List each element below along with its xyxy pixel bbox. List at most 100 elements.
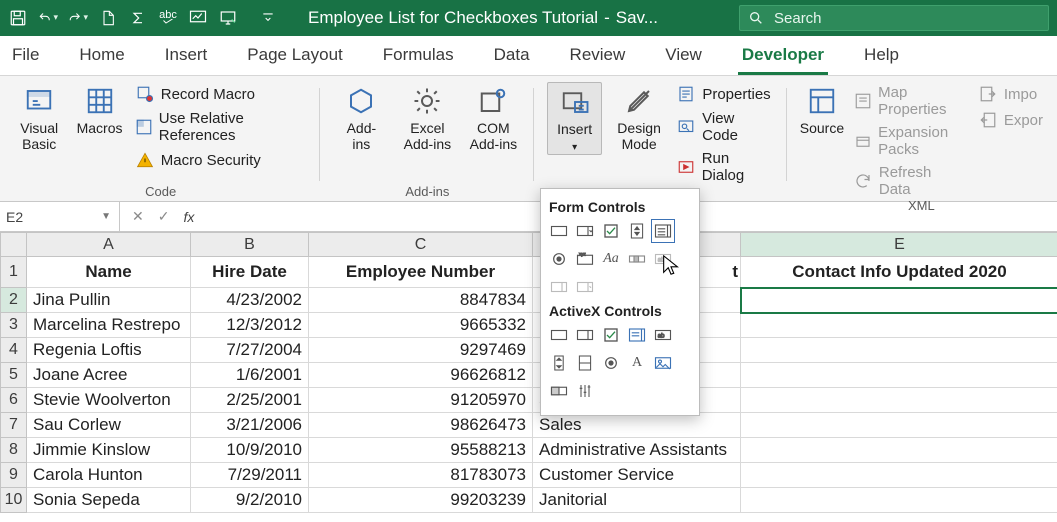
spinner-control-icon[interactable] — [627, 221, 647, 241]
combobox-control-icon[interactable] — [575, 221, 595, 241]
cell[interactable]: 2/25/2001 — [191, 388, 309, 413]
cell[interactable]: 98626473 — [309, 413, 533, 438]
worksheet-grid[interactable]: A B C E 1 Name Hire Date Employee Number… — [0, 232, 1057, 513]
autosum-icon[interactable] — [128, 8, 148, 28]
macros-button[interactable]: Macros — [74, 82, 124, 136]
cell[interactable]: 4/23/2002 — [191, 288, 309, 313]
design-mode-button[interactable]: Design Mode — [612, 82, 666, 152]
cell[interactable]: Marcelina Restrepo — [27, 313, 191, 338]
table-row[interactable]: 5 Joane Acree 1/6/2001 96626812 Manageme… — [1, 363, 1057, 388]
header-cell[interactable]: Hire Date — [191, 257, 309, 288]
col-header-e[interactable]: E — [741, 233, 1057, 257]
cell[interactable]: 95588213 — [309, 438, 533, 463]
visual-basic-button[interactable]: Visual Basic — [14, 82, 64, 152]
cell[interactable]: 1/6/2001 — [191, 363, 309, 388]
ax-checkbox-icon[interactable] — [601, 325, 621, 345]
insert-controls-dropdown[interactable]: Form Controls xyz Aa ab ActiveX Controls… — [540, 188, 700, 416]
tab-page-layout[interactable]: Page Layout — [243, 37, 346, 75]
cell[interactable]: Jimmie Kinslow — [27, 438, 191, 463]
cell[interactable]: Customer Service — [533, 463, 741, 488]
insert-button[interactable]: Insert▾ — [547, 82, 602, 155]
cell[interactable] — [741, 338, 1057, 363]
label-control-icon[interactable]: Aa — [601, 249, 621, 269]
ax-listbox-icon[interactable] — [627, 325, 647, 345]
undo-icon[interactable] — [38, 8, 58, 28]
chart-icon[interactable] — [188, 8, 208, 28]
col-header-c[interactable]: C — [309, 233, 533, 257]
table-row[interactable]: 7 Sau Corlew 3/21/2006 98626473 Sales — [1, 413, 1057, 438]
ax-toggle-icon[interactable] — [549, 381, 569, 401]
table-row[interactable]: 2 Jina Pullin 4/23/2002 8847834 — [1, 288, 1057, 313]
cell[interactable] — [741, 388, 1057, 413]
tab-formulas[interactable]: Formulas — [379, 37, 458, 75]
table-row[interactable]: 10 Sonia Sepeda 9/2/2010 99203239 Janito… — [1, 488, 1057, 513]
listbox-control-icon[interactable] — [653, 221, 673, 241]
use-relative-button[interactable]: Use Relative References — [135, 110, 308, 144]
chevron-down-icon[interactable]: ▼ — [101, 211, 111, 222]
row-header[interactable]: 4 — [1, 338, 27, 363]
record-macro-button[interactable]: Record Macro — [135, 84, 308, 104]
row-header[interactable]: 6 — [1, 388, 27, 413]
option-button-control-icon[interactable] — [549, 249, 569, 269]
groupbox-control-icon[interactable]: xyz — [575, 249, 595, 269]
column-headers[interactable]: A B C E — [1, 233, 1057, 257]
ax-option-icon[interactable] — [601, 353, 621, 373]
cell[interactable] — [741, 413, 1057, 438]
new-file-icon[interactable] — [98, 8, 118, 28]
excel-addins-button[interactable]: Excel Add-ins — [399, 82, 455, 152]
cell[interactable]: Administrative Assistants — [533, 438, 741, 463]
header-cell[interactable]: Contact Info Updated 2020 — [741, 257, 1057, 288]
cell[interactable] — [741, 438, 1057, 463]
row-header[interactable]: 9 — [1, 463, 27, 488]
cell[interactable]: Sonia Sepeda — [27, 488, 191, 513]
ax-textbox-icon[interactable]: ab — [653, 325, 673, 345]
header-cell[interactable]: Name — [27, 257, 191, 288]
row-header[interactable]: 10 — [1, 488, 27, 513]
table-row[interactable]: 1 Name Hire Date Employee Number t Conta… — [1, 257, 1057, 288]
table-row[interactable]: 6 Stevie Woolverton 2/25/2001 91205970 S… — [1, 388, 1057, 413]
button-control-icon[interactable] — [549, 221, 569, 241]
fx-icon[interactable]: fx — [183, 209, 194, 225]
cell[interactable]: 9/2/2010 — [191, 488, 309, 513]
cell[interactable]: Jina Pullin — [27, 288, 191, 313]
properties-button[interactable]: Properties — [676, 84, 773, 104]
ax-more-controls-icon[interactable] — [575, 381, 595, 401]
cell[interactable]: Regenia Loftis — [27, 338, 191, 363]
row-header[interactable]: 2 — [1, 288, 27, 313]
tab-view[interactable]: View — [661, 37, 706, 75]
cell[interactable]: 7/29/2011 — [191, 463, 309, 488]
cell[interactable]: 8847834 — [309, 288, 533, 313]
ax-spinbutton-icon[interactable] — [575, 353, 595, 373]
qat-customize-icon[interactable] — [258, 8, 278, 28]
enter-icon[interactable]: ✓ — [158, 208, 170, 225]
cell[interactable] — [741, 313, 1057, 338]
cell[interactable]: 91205970 — [309, 388, 533, 413]
table-row[interactable]: 9 Carola Hunton 7/29/2011 81783073 Custo… — [1, 463, 1057, 488]
ax-combobox-icon[interactable] — [575, 325, 595, 345]
tab-developer[interactable]: Developer — [738, 37, 828, 75]
cell[interactable]: Sau Corlew — [27, 413, 191, 438]
cell[interactable]: 81783073 — [309, 463, 533, 488]
table-row[interactable]: 3 Marcelina Restrepo 12/3/2012 9665332 — [1, 313, 1057, 338]
view-code-button[interactable]: View Code — [676, 110, 773, 144]
scrollbar-control-icon[interactable] — [627, 249, 647, 269]
cell[interactable]: Sales — [533, 413, 741, 438]
name-box[interactable]: E2 ▼ — [0, 202, 120, 231]
table-row[interactable]: 8 Jimmie Kinslow 10/9/2010 95588213 Admi… — [1, 438, 1057, 463]
selected-cell[interactable] — [741, 288, 1057, 313]
header-cell[interactable]: Employee Number — [309, 257, 533, 288]
cell[interactable]: 7/27/2004 — [191, 338, 309, 363]
screen-icon[interactable] — [218, 8, 238, 28]
cell[interactable]: Janitorial — [533, 488, 741, 513]
cell[interactable] — [741, 488, 1057, 513]
ax-button-icon[interactable] — [549, 325, 569, 345]
row-header[interactable]: 8 — [1, 438, 27, 463]
row-header[interactable]: 5 — [1, 363, 27, 388]
com-addins-button[interactable]: COM Add-ins — [465, 82, 521, 152]
cell[interactable]: Stevie Woolverton — [27, 388, 191, 413]
cell[interactable]: 3/21/2006 — [191, 413, 309, 438]
col-header-b[interactable]: B — [191, 233, 309, 257]
cell[interactable] — [741, 363, 1057, 388]
cell[interactable]: 12/3/2012 — [191, 313, 309, 338]
row-header[interactable]: 3 — [1, 313, 27, 338]
